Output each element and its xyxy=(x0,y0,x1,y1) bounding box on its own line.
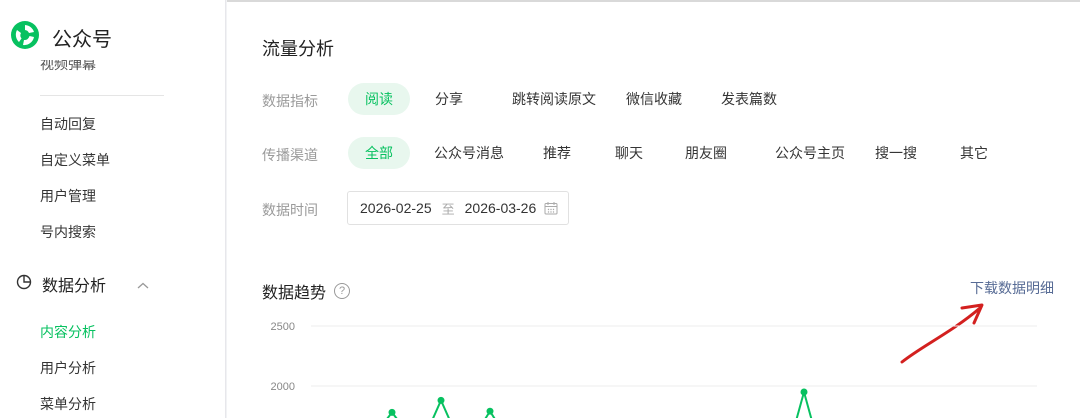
trend-title: 数据趋势 ? xyxy=(262,279,351,303)
date-start[interactable]: 2026-02-25 xyxy=(360,200,432,216)
data-point[interactable] xyxy=(800,388,808,396)
sidebar-item-auto-reply[interactable]: 自动回复 xyxy=(40,114,96,134)
metric-label: 数据指标 xyxy=(262,93,318,109)
metric-option-read-original[interactable]: 跳转阅读原文 xyxy=(499,83,609,115)
data-point[interactable] xyxy=(486,407,494,415)
brand-name: 公众号 xyxy=(52,29,112,51)
pie-chart-icon xyxy=(16,274,32,295)
trend-title-text: 数据趋势 xyxy=(262,285,327,302)
y-tick-label-2500: 2500 xyxy=(271,321,295,333)
channel-label: 传播渠道 xyxy=(262,147,318,163)
sidebar-item-content-analysis[interactable]: 内容分析 xyxy=(40,322,96,342)
date-end[interactable]: 2026-03-26 xyxy=(465,200,537,216)
help-icon[interactable]: ? xyxy=(334,283,351,299)
sidebar: 公众号 视频弹幕 自动回复 自定义菜单 用户管理 号内搜索 数据分析 内容分析 … xyxy=(0,0,226,418)
page-title: 流量分析 xyxy=(262,39,334,59)
channel-option-chat[interactable]: 聊天 xyxy=(609,137,649,169)
main-panel: 流量分析 数据指标 阅读 分享 跳转阅读原文 微信收藏 发表篇数 传播渠道 全部… xyxy=(227,0,1080,418)
channel-option-recommend[interactable]: 推荐 xyxy=(537,137,577,169)
date-separator: 至 xyxy=(441,201,455,217)
section-label: 数据分析 xyxy=(42,278,107,295)
sidebar-section-data-analysis[interactable]: 数据分析 xyxy=(16,272,106,296)
channel-option-account-message[interactable]: 公众号消息 xyxy=(429,137,509,169)
y-tick-label-2000: 2000 xyxy=(271,381,295,393)
channel-option-all[interactable]: 全部 xyxy=(348,137,410,169)
date-range-picker[interactable]: 2026-02-25 至 2026-03-26 xyxy=(347,191,569,225)
wechat-mp-logo-icon xyxy=(10,20,40,55)
sidebar-item-user-management[interactable]: 用户管理 xyxy=(40,186,96,206)
channel-option-other[interactable]: 其它 xyxy=(954,137,994,169)
data-point[interactable] xyxy=(437,396,445,404)
sidebar-item-video-danmaku[interactable]: 视频弹幕 xyxy=(40,60,96,74)
trend-chart: 2500 2000 xyxy=(271,321,1037,418)
data-point[interactable] xyxy=(388,408,396,416)
chevron-up-icon[interactable] xyxy=(136,278,150,296)
sidebar-item-user-analysis[interactable]: 用户分析 xyxy=(40,358,96,378)
time-label: 数据时间 xyxy=(262,202,318,218)
channel-option-account-homepage[interactable]: 公众号主页 xyxy=(762,137,858,169)
logo[interactable]: 公众号 xyxy=(10,20,112,55)
metric-option-share[interactable]: 分享 xyxy=(427,83,471,115)
sidebar-item-in-account-search[interactable]: 号内搜索 xyxy=(40,222,96,242)
metric-option-post-count[interactable]: 发表篇数 xyxy=(714,83,784,115)
channel-option-moments[interactable]: 朋友圈 xyxy=(679,137,733,169)
calendar-icon[interactable] xyxy=(544,201,558,218)
metric-option-read[interactable]: 阅读 xyxy=(348,83,410,115)
sidebar-item-menu-analysis[interactable]: 菜单分析 xyxy=(40,394,96,414)
sidebar-item-custom-menu[interactable]: 自定义菜单 xyxy=(40,150,110,170)
download-details-link[interactable]: 下载数据明细 xyxy=(970,278,1054,298)
metric-option-favorite[interactable]: 微信收藏 xyxy=(619,83,689,115)
series-line-segment xyxy=(795,388,813,418)
sidebar-divider xyxy=(40,95,164,96)
channel-option-search[interactable]: 搜一搜 xyxy=(872,137,920,169)
